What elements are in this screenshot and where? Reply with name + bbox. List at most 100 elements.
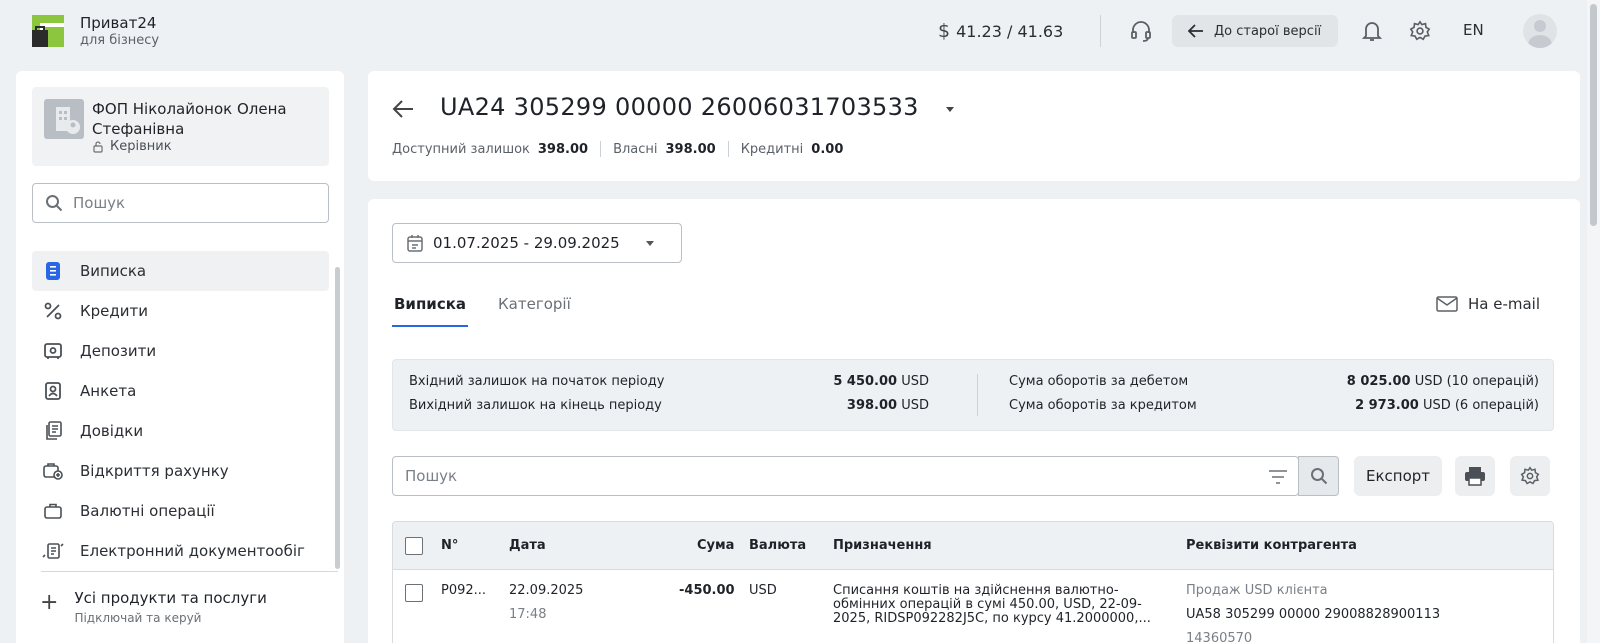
notifications-bell-icon[interactable] <box>1360 18 1384 44</box>
filter-icon[interactable] <box>1268 469 1288 489</box>
page-scrollbar-thumb[interactable] <box>1590 4 1597 226</box>
documents-icon <box>42 421 64 441</box>
date-range-value: 01.07.2025 - 29.09.2025 <box>433 234 620 252</box>
dollar-icon: $ <box>938 20 951 42</box>
account-balances: Доступний залишок 398.00 Власні 398.00 К… <box>392 141 843 157</box>
opening-balance-label: Вхідний залишок на початок періоду <box>409 374 665 389</box>
top-bar: Приват24 для бізнесу $ 41.23 / 41.63 До … <box>0 0 1600 62</box>
transactions-search-input[interactable]: Пошук <box>392 456 1299 496</box>
tab-categories[interactable]: Категорії <box>496 295 573 327</box>
column-number[interactable]: N° <box>441 538 458 553</box>
user-avatar[interactable] <box>1523 14 1557 48</box>
sidebar-item-label: Анкета <box>80 382 137 400</box>
sidebar-item-credits[interactable]: Кредити <box>32 291 329 331</box>
row-counterparty-name: Продаж USD клієнта <box>1186 583 1328 598</box>
credit-turnover-value: 2 973.00 <box>1355 398 1419 413</box>
row-currency: USD <box>749 583 777 598</box>
date-range-picker[interactable]: 01.07.2025 - 29.09.2025 <box>392 223 682 263</box>
mail-icon <box>1436 296 1458 312</box>
row-checkbox[interactable] <box>405 584 423 602</box>
transactions-search-placeholder: Пошук <box>405 467 458 485</box>
sidebar-item-label: Валютні операції <box>80 502 215 520</box>
credit-funds-value: 0.00 <box>811 141 844 157</box>
plus-icon: + <box>40 590 59 615</box>
sidebar-search-input[interactable]: Пошук <box>32 183 329 223</box>
closing-balance-currency: USD <box>901 398 929 413</box>
chevron-down-icon <box>645 240 654 246</box>
all-products-link[interactable]: + Усі продукти та послуги Підключай та к… <box>40 589 267 625</box>
row-number: P092... <box>441 583 487 598</box>
send-email-label: На e-mail <box>1468 295 1541 313</box>
credit-turnover-suffix: USD (6 операцій) <box>1422 398 1539 413</box>
column-date[interactable]: Дата <box>509 538 546 553</box>
debit-turnover-value: 8 025.00 <box>1346 374 1411 389</box>
old-version-button[interactable]: До старої версії <box>1172 15 1338 47</box>
company-role: Керівник <box>92 139 172 154</box>
back-arrow-icon[interactable] <box>392 99 414 123</box>
statement-summary: Вхідний залишок на початок періоду 5 450… <box>392 359 1554 431</box>
transactions-table: N° Дата Сума Валюта Призначення Реквізит… <box>392 521 1554 643</box>
percent-icon <box>42 302 64 320</box>
column-amount[interactable]: Сума <box>697 538 734 553</box>
table-toolbar: Пошук Експорт <box>392 456 1554 496</box>
debit-turnover-label: Сума оборотів за дебетом <box>1009 374 1189 389</box>
column-counterparty[interactable]: Реквізити контрагента <box>1186 538 1357 553</box>
sidebar-search-placeholder: Пошук <box>73 194 126 212</box>
search-button[interactable] <box>1298 456 1339 496</box>
sidebar-item-label: Електронний документообіг <box>80 542 305 560</box>
row-time: 17:48 <box>509 607 547 622</box>
company-card[interactable]: ФОП Ніколайонок Олена Стефанівна Керівни… <box>32 87 329 166</box>
sidebar-item-profile[interactable]: Анкета <box>32 371 329 411</box>
column-currency[interactable]: Валюта <box>749 538 806 553</box>
sidebar-item-edoc[interactable]: Електронний документообіг <box>32 531 329 571</box>
exchange-rate-value: 41.23 / 41.63 <box>956 21 1064 41</box>
sidebar-item-certificates[interactable]: Довідки <box>32 411 329 451</box>
privat24-logo[interactable] <box>32 15 64 47</box>
exchange-rate: $ 41.23 / 41.63 <box>938 20 1063 42</box>
company-building-icon <box>44 99 84 139</box>
language-switcher[interactable]: EN <box>1463 21 1484 39</box>
row-amount: -450.00 <box>679 583 735 598</box>
calendar-icon <box>407 235 423 252</box>
statement-tabs: Виписка Категорії <box>392 295 573 327</box>
own-funds-value: 398.00 <box>665 141 716 157</box>
row-counterparty-account: UA58 305299 00000 29008828900113 <box>1186 607 1441 622</box>
sidebar-item-currency-operations[interactable]: Валютні операції <box>32 491 329 531</box>
table-settings-button[interactable] <box>1510 456 1550 496</box>
sidebar-item-statement[interactable]: Виписка <box>32 251 329 291</box>
gear-icon <box>1520 466 1540 485</box>
send-email-button[interactable]: На e-mail <box>1436 295 1540 313</box>
old-version-label: До старої версії <box>1214 23 1322 39</box>
support-headset-icon[interactable] <box>1128 18 1154 44</box>
table-header: N° Дата Сума Валюта Призначення Реквізит… <box>393 522 1553 570</box>
export-button[interactable]: Експорт <box>1354 456 1442 496</box>
sidebar-item-deposits[interactable]: Депозити <box>32 331 329 371</box>
sidebar-item-label: Кредити <box>80 302 149 320</box>
settings-gear-icon[interactable] <box>1407 18 1433 44</box>
company-role-label: Керівник <box>110 139 172 154</box>
sidebar-item-label: Відкриття рахунку <box>80 462 229 480</box>
debit-turnover-suffix: USD (10 операцій) <box>1414 374 1539 389</box>
sidebar-item-open-account[interactable]: Відкриття рахунку <box>32 451 329 491</box>
sidebar-item-label: Довідки <box>80 422 144 440</box>
sidebar-item-label: Виписка <box>80 262 147 280</box>
sidebar-scrollbar[interactable] <box>335 267 340 569</box>
account-dropdown-caret-icon[interactable] <box>946 107 954 112</box>
company-name: ФОП Ніколайонок Олена Стефанівна <box>92 100 287 138</box>
tab-statement[interactable]: Виписка <box>392 295 469 327</box>
credit-funds-label: Кредитні <box>740 141 804 157</box>
column-purpose[interactable]: Призначення <box>833 538 932 553</box>
select-all-checkbox[interactable] <box>405 537 423 555</box>
table-row[interactable]: P092... 22.09.2025 17:48 -450.00 USD Спи… <box>393 570 1553 643</box>
row-purpose: Списання коштів на здійснення валютно-об… <box>833 583 1151 626</box>
search-icon <box>46 195 63 212</box>
print-button[interactable] <box>1455 456 1495 496</box>
balance-divider <box>600 141 602 157</box>
balance-divider <box>727 141 729 157</box>
row-date: 22.09.2025 <box>509 583 584 598</box>
closing-balance-label: Вихідний залишок на кінець періоду <box>409 398 662 413</box>
credit-turnover-label: Сума оборотів за кредитом <box>1009 398 1197 413</box>
available-balance-label: Доступний залишок <box>392 141 530 157</box>
sidebar-item-label: Депозити <box>80 342 157 360</box>
summary-divider <box>977 374 978 416</box>
